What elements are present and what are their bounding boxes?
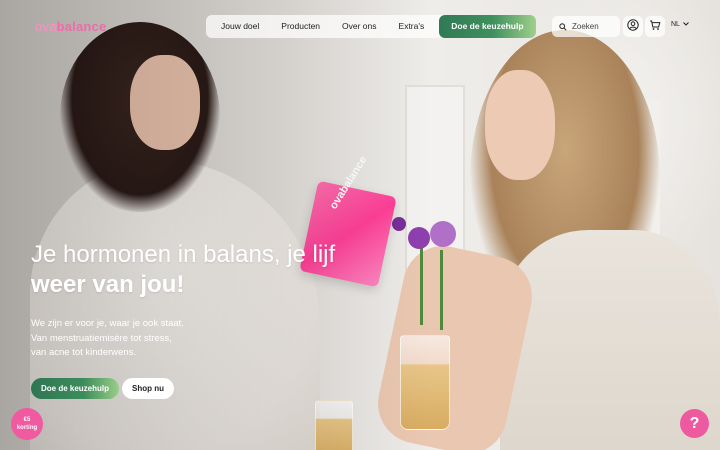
main-nav: Jouw doel Producten Over ons Extra's Doe… xyxy=(206,15,536,38)
cart-button[interactable] xyxy=(645,16,665,37)
account-icon xyxy=(627,18,639,36)
search-input[interactable] xyxy=(572,22,618,31)
discount-badge[interactable]: €5 korting xyxy=(11,408,43,440)
search-box[interactable] xyxy=(552,16,620,37)
shop-now-button[interactable]: Shop nu xyxy=(122,378,174,399)
logo-prefix: ova xyxy=(35,19,57,34)
discount-label: korting xyxy=(16,425,38,431)
nav-item-over-ons[interactable]: Over ons xyxy=(331,15,388,38)
nav-item-jouw-doel[interactable]: Jouw doel xyxy=(210,15,270,38)
account-button[interactable] xyxy=(623,16,643,37)
hero-subcopy-line: van acne tot kinderwens. xyxy=(31,347,137,358)
hero-headline-bold: weer van jou! xyxy=(31,271,185,298)
hero-keuzehulp-button[interactable]: Doe de keuzehulp xyxy=(31,378,120,399)
search-icon xyxy=(559,18,567,36)
brand-logo[interactable]: ovabalance xyxy=(35,19,106,34)
discount-amount: €5 xyxy=(23,417,31,423)
help-button[interactable]: ? xyxy=(680,409,709,438)
nav-item-producten[interactable]: Producten xyxy=(270,15,331,38)
hero-subcopy: We zijn er voor je, waar je ook staat. V… xyxy=(31,317,231,361)
nav-item-extras[interactable]: Extra's xyxy=(388,15,436,38)
chevron-down-icon xyxy=(683,21,689,28)
language-label: NL xyxy=(671,21,680,28)
hero-headline: Je hormonen in balans, je lijf weer van … xyxy=(31,240,376,300)
logo-suffix: balance xyxy=(56,19,107,34)
hero-subcopy-line: We zijn er voor je, waar je ook staat. xyxy=(31,318,184,329)
help-icon: ? xyxy=(689,414,700,432)
cart-icon xyxy=(649,18,661,36)
nav-keuzehulp-button[interactable]: Doe de keuzehulp xyxy=(439,15,536,38)
hero-headline-regular: Je hormonen in balans, je lijf xyxy=(31,241,336,268)
language-selector[interactable]: NL xyxy=(671,21,689,28)
hero-subcopy-line: Van menstruatiemisère tot stress, xyxy=(31,332,172,344)
